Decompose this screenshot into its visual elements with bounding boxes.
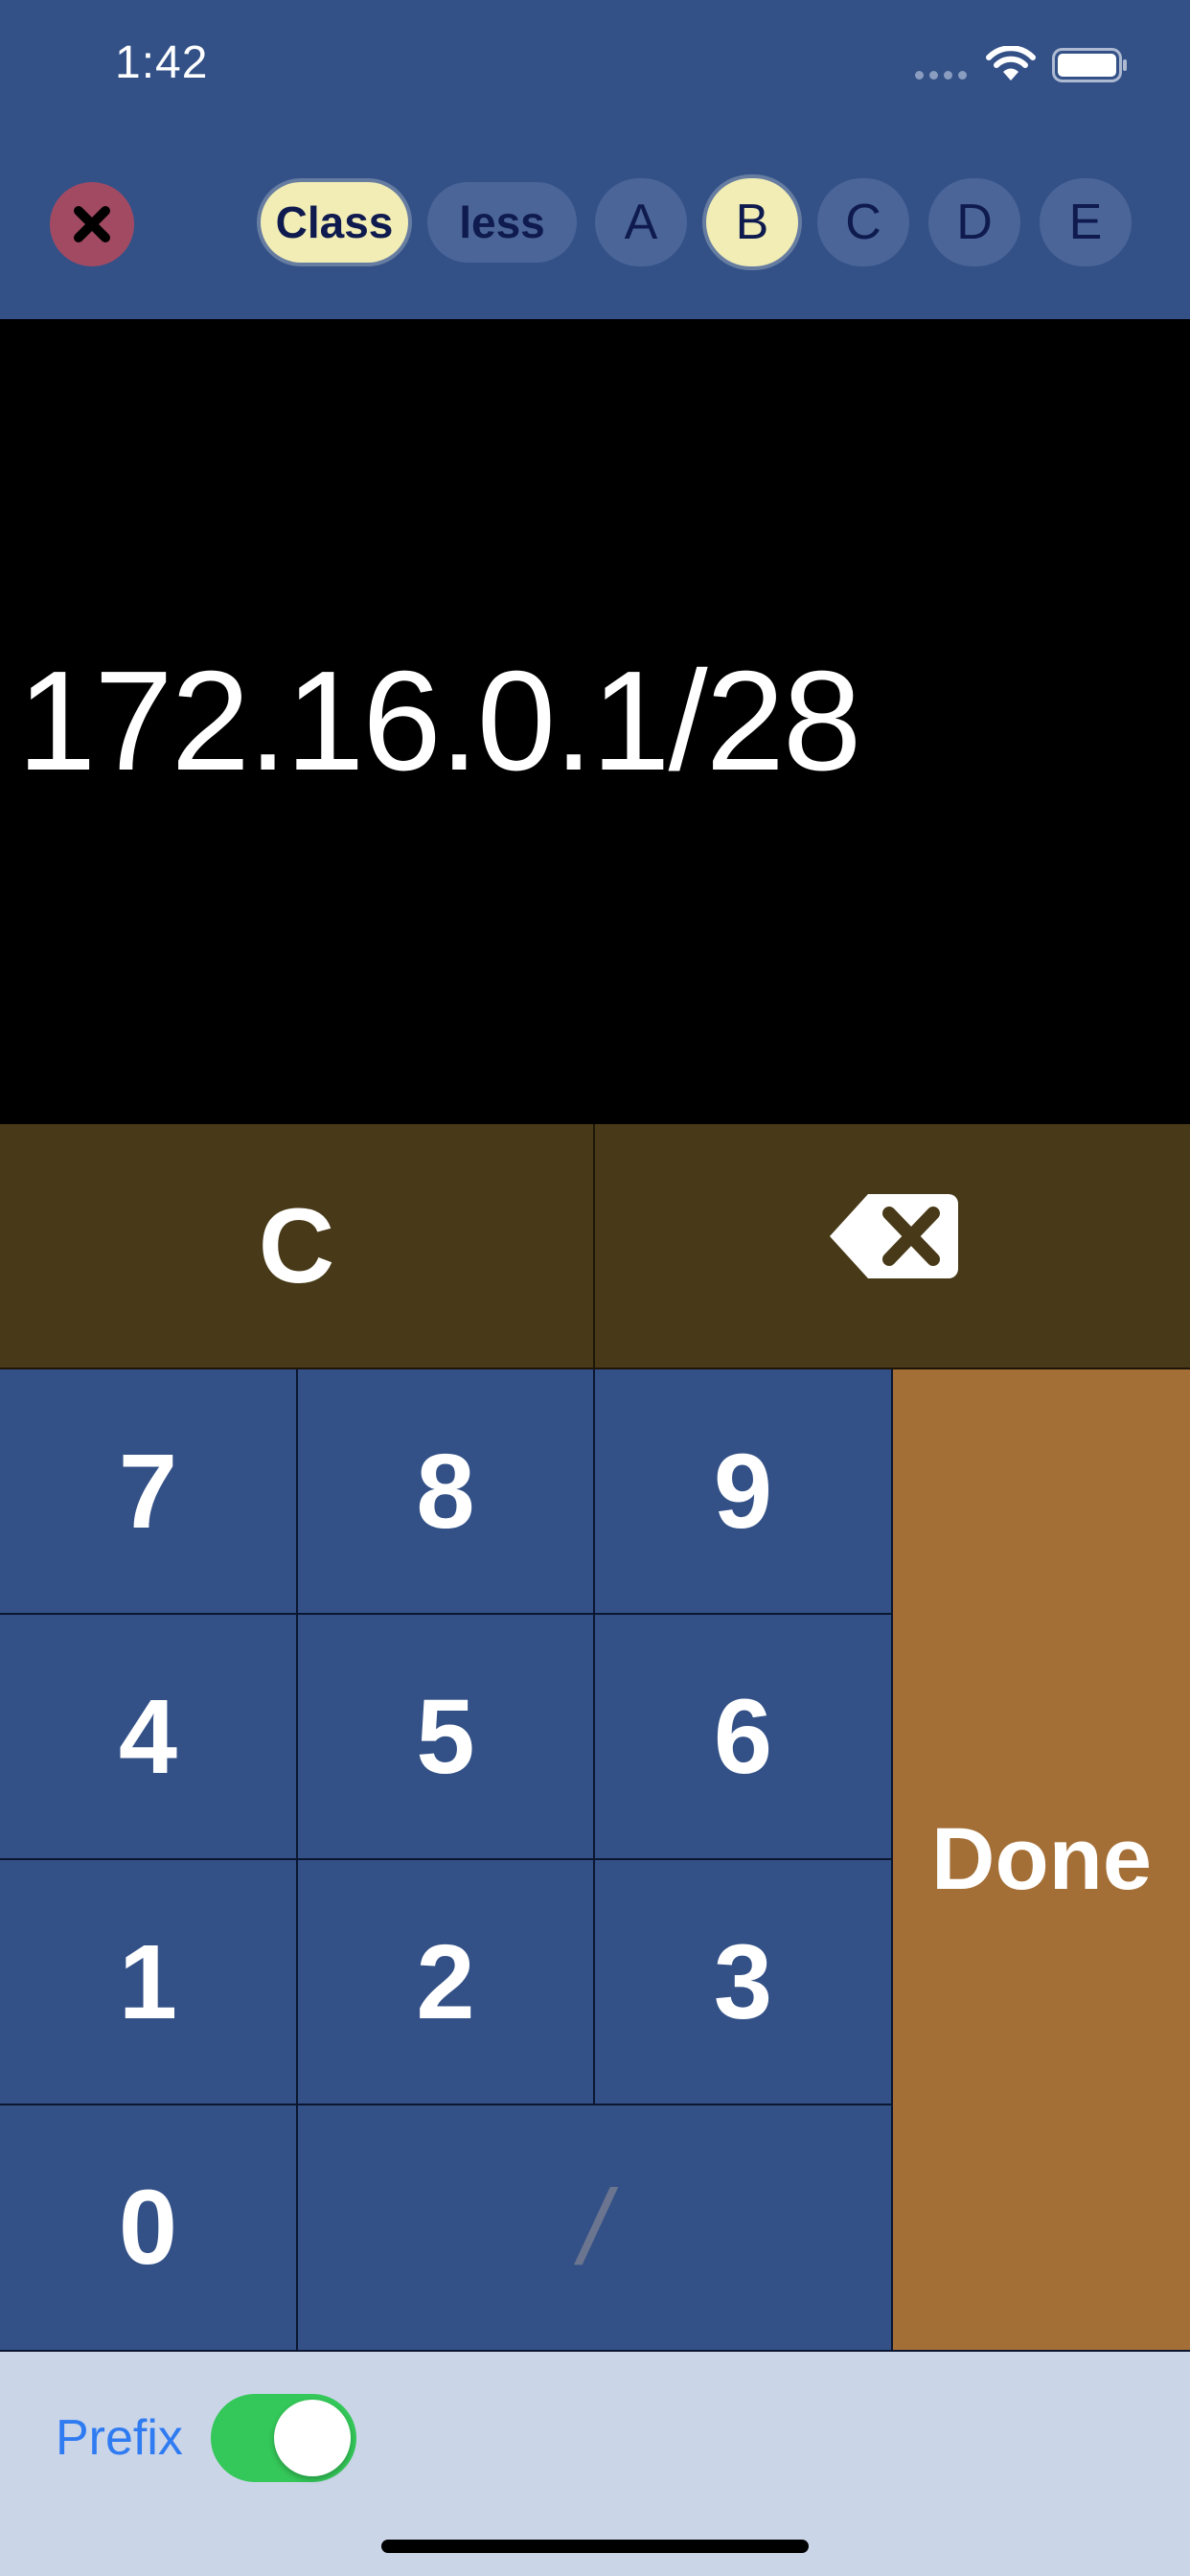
classless-filter-chip[interactable]: less: [427, 182, 577, 263]
digit-8-button[interactable]: 8: [298, 1369, 595, 1615]
top-bar: 1:42 Class less A B C D E: [0, 0, 1190, 319]
digit-5-button[interactable]: 5: [298, 1615, 595, 1860]
ip-display: 172.16.0.1/28: [0, 319, 1190, 1124]
close-button[interactable]: [50, 182, 134, 266]
class-e-chip[interactable]: E: [1040, 178, 1132, 266]
bottom-bar: Prefix: [0, 2352, 1190, 2576]
status-time: 1:42: [115, 37, 209, 88]
calculator-app: 1:42 Class less A B C D E 172.16.0.1/28: [0, 0, 1190, 2576]
digit-0-button[interactable]: 0: [0, 2105, 298, 2352]
wifi-icon: [986, 46, 1036, 80]
done-button[interactable]: Done: [893, 1369, 1190, 2352]
prefix-toggle-knob: [274, 2400, 351, 2476]
digit-2-button[interactable]: 2: [298, 1860, 595, 2105]
class-a-chip[interactable]: A: [595, 178, 687, 266]
digit-3-button[interactable]: 3: [595, 1860, 893, 2105]
battery-icon: [1052, 48, 1127, 82]
clear-button[interactable]: C: [0, 1124, 595, 1369]
digit-1-button[interactable]: 1: [0, 1860, 298, 2105]
digit-6-button[interactable]: 6: [595, 1615, 893, 1860]
backspace-icon: [826, 1185, 960, 1307]
home-indicator: [381, 2540, 809, 2553]
digit-7-button[interactable]: 7: [0, 1369, 298, 1615]
class-filter-chip[interactable]: Class: [261, 182, 408, 263]
ip-display-value: 172.16.0.1/28: [17, 642, 861, 800]
prefix-label: Prefix: [56, 2410, 183, 2466]
slash-button[interactable]: /: [298, 2105, 893, 2352]
close-x-icon: [74, 206, 110, 242]
digit-9-button[interactable]: 9: [595, 1369, 893, 1615]
prefix-toggle[interactable]: [211, 2394, 356, 2482]
digit-4-button[interactable]: 4: [0, 1615, 298, 1860]
class-c-chip[interactable]: C: [817, 178, 909, 266]
backspace-button[interactable]: [595, 1124, 1190, 1369]
class-b-chip[interactable]: B: [706, 178, 798, 266]
cellular-signal-icon: [915, 71, 967, 80]
class-d-chip[interactable]: D: [928, 178, 1020, 266]
